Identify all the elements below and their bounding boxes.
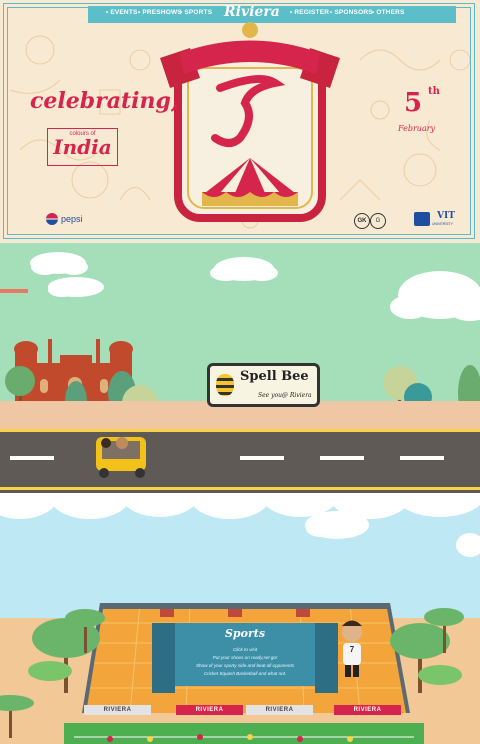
sports-line-1: Click to visit: [232, 647, 258, 652]
nav-register[interactable]: REGISTER: [290, 9, 329, 16]
nav-preshows[interactable]: PRESHOWS: [138, 9, 182, 16]
nav-others[interactable]: OTHERS: [372, 9, 405, 16]
player-jersey-number: 7: [349, 645, 355, 654]
event-date-suffix: th: [428, 86, 440, 97]
sponsor-logo-1-icon: GK: [354, 213, 370, 229]
sports-line-3: Show of your sporty side and beat all op…: [195, 663, 295, 668]
sports-section: Sports Click to visit Put your shoes on …: [0, 493, 480, 744]
bee-icon: [216, 374, 234, 396]
spell-bee-title: Spell Bee: [240, 369, 309, 384]
sports-line-2: Put your shoes on ready,set go!: [212, 655, 278, 660]
hero-section: EVENTS PRESHOWS SPORTS Riviera REGISTER …: [0, 0, 480, 243]
nav-sports[interactable]: SPORTS: [180, 9, 212, 16]
sports-info-panel[interactable]: Sports Click to visit Put your shoes on …: [175, 623, 315, 686]
riviera-banner-1: RIVIERA: [84, 705, 151, 715]
sports-title: Sports: [224, 627, 266, 640]
pepsi-icon: [46, 213, 58, 225]
riviera-banner-3: RIVIERA: [246, 705, 313, 715]
nav-events[interactable]: EVENTS: [106, 9, 138, 16]
india-label: India: [53, 135, 112, 159]
pepsi-label: pepsi: [61, 214, 83, 224]
circus-emblem: [160, 22, 340, 222]
event-date-month: February: [398, 124, 436, 133]
road-section: Spell Bee See you@ Riviera: [0, 243, 480, 493]
spell-bee-subtitle: See you@ Riviera: [258, 392, 312, 399]
riviera-banner-2: RIVIERA: [176, 705, 243, 715]
vit-logo: VIT: [437, 211, 455, 221]
riviera-banner-4: RIVIERA: [334, 705, 401, 715]
vit-subtitle: UNIVERSITY: [432, 222, 454, 226]
colours-of-india-box: colours of India: [47, 128, 118, 166]
nav-sponsors[interactable]: SPONSORS: [330, 9, 373, 16]
road-details: [0, 437, 480, 490]
vit-crest-icon: [414, 212, 430, 226]
sponsor-logo-2-icon: G: [370, 213, 386, 229]
sports-line-4: Cricket Squash Basketball and what not.: [203, 671, 287, 676]
celebrating-heading: celebrating,: [30, 88, 179, 114]
event-date-day: 5: [404, 88, 423, 118]
spell-bee-sign[interactable]: Spell Bee See you@ Riviera: [207, 363, 320, 407]
